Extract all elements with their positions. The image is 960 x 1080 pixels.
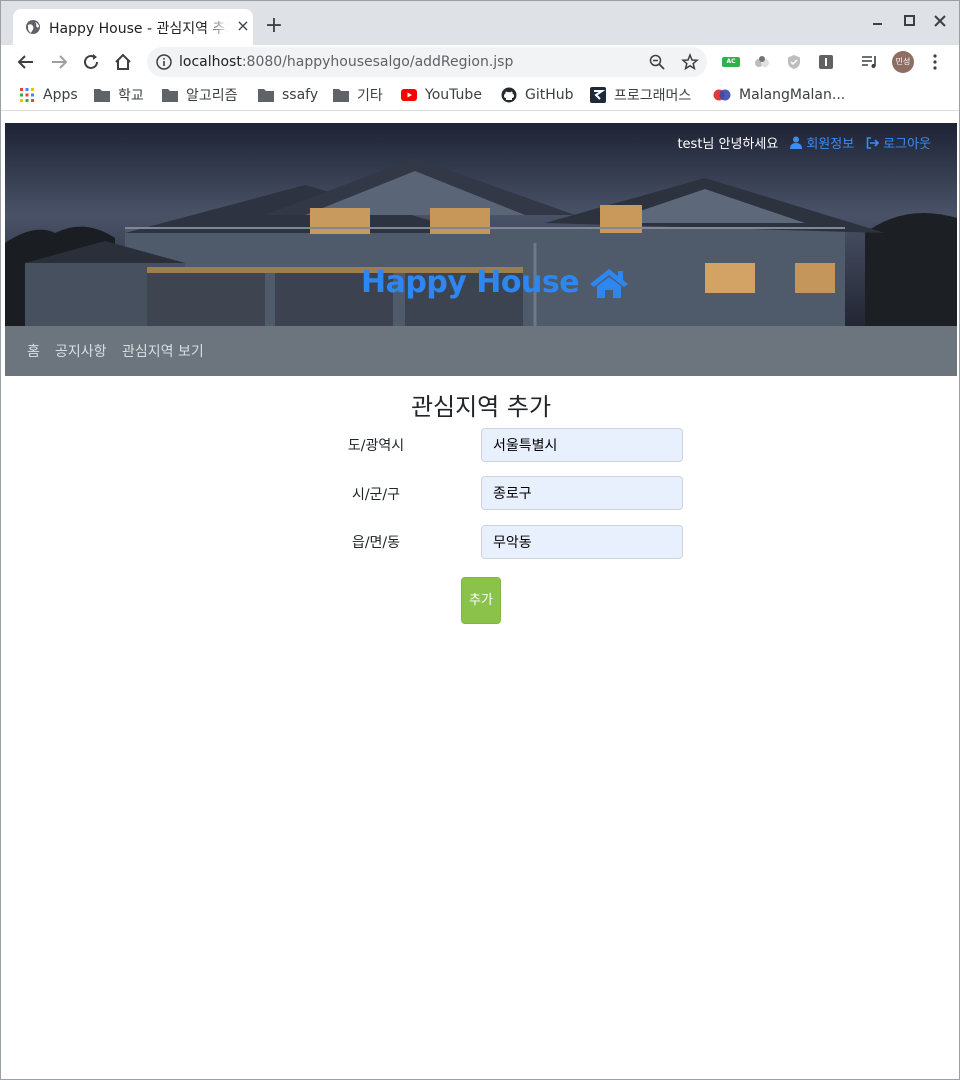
bookmark-label: 프로그래머스 [614, 88, 692, 104]
forward-arrow-icon[interactable] [48, 51, 70, 73]
brand-logo[interactable]: Happy House [361, 265, 629, 300]
bookmark-label: YouTube [425, 87, 482, 103]
sign-out-icon [866, 136, 880, 149]
url-path: :8080/happyhousesalgo/addRegion.jsp [241, 54, 514, 70]
extension-reader-icon[interactable] [818, 54, 834, 70]
district-field[interactable] [481, 476, 683, 510]
tab-strip: Happy House - 관심지역 추가 × + [1, 1, 959, 45]
greeting-text: test님 안녕하세요 [677, 137, 779, 152]
youtube-icon [401, 89, 417, 101]
page-content: test님 안녕하세요 회원정보 로그아웃 Happy House 홈 공지사항… [5, 123, 957, 1077]
back-arrow-icon[interactable] [15, 51, 37, 73]
bookmarks-bar: Apps 학교 알고리즘 ssafy 기타 YouTube GitHub 프로그… [1, 79, 959, 111]
district-label: 시/군/구 [351, 487, 401, 503]
member-info-link[interactable]: 회원정보 [790, 133, 854, 152]
dong-label: 읍/면/동 [351, 535, 401, 551]
bookmark-algorithm[interactable]: 알고리즘 [162, 85, 238, 105]
malang-icon [713, 89, 731, 101]
bookmark-ssafy[interactable]: ssafy [258, 85, 318, 105]
user-bar: test님 안녕하세요 회원정보 로그아웃 [677, 133, 931, 152]
bookmark-github[interactable]: GitHub [501, 85, 574, 105]
nav-region-view[interactable]: 관심지역 보기 [122, 341, 204, 361]
home-icon [590, 268, 629, 298]
extension-ac-icon[interactable]: AC [722, 57, 740, 67]
browser-tab[interactable]: Happy House - 관심지역 추가 × [13, 9, 253, 45]
folder-icon [258, 89, 274, 102]
window-close-icon[interactable] [932, 13, 948, 29]
extension-circles-icon[interactable] [754, 54, 770, 70]
url-text: localhost:8080/happyhousesalgo/addRegion… [179, 54, 513, 70]
dong-field[interactable] [481, 525, 683, 559]
globe-icon [26, 20, 40, 34]
member-info-label: 회원정보 [806, 137, 855, 152]
programmers-icon [590, 87, 606, 103]
home-icon[interactable] [112, 51, 134, 73]
folder-icon [333, 89, 349, 102]
profile-avatar[interactable]: 민성 [892, 51, 914, 73]
main-navbar: 홈 공지사항 관심지역 보기 [5, 326, 957, 376]
bookmark-malang[interactable]: MalangMalan... [713, 85, 845, 105]
folder-icon [162, 89, 178, 102]
bookmark-label: ssafy [282, 87, 319, 103]
hero-banner: test님 안녕하세요 회원정보 로그아웃 Happy House [5, 123, 957, 326]
zoom-icon[interactable] [649, 54, 665, 70]
reload-icon[interactable] [80, 51, 102, 73]
province-field[interactable] [481, 428, 683, 462]
bookmark-label: 기타 [357, 88, 383, 104]
bookmark-label: 학교 [118, 88, 144, 104]
new-tab-button[interactable]: + [263, 15, 285, 37]
browser-toolbar: localhost:8080/happyhousesalgo/addRegion… [1, 45, 959, 79]
add-region-button[interactable]: 추가 [461, 577, 501, 624]
bookmark-star-icon[interactable] [681, 53, 699, 71]
bookmark-apps[interactable]: Apps [19, 85, 78, 105]
brand-name: Happy House [361, 265, 580, 300]
tab-title: Happy House - 관심지역 추가 [49, 18, 229, 38]
nav-notice[interactable]: 공지사항 [55, 341, 107, 361]
media-queue-icon[interactable] [861, 54, 879, 70]
apps-grid-icon [20, 88, 34, 102]
bookmark-programmers[interactable]: 프로그래머스 [590, 85, 691, 105]
bookmark-youtube[interactable]: YouTube [401, 85, 482, 105]
bookmark-etc[interactable]: 기타 [333, 85, 383, 105]
folder-icon [94, 89, 110, 102]
bookmark-label: MalangMalan... [739, 87, 846, 103]
extension-shield-icon[interactable] [786, 54, 802, 70]
logout-link[interactable]: 로그아웃 [866, 133, 931, 152]
tab-close-icon[interactable]: × [235, 18, 251, 34]
site-info-icon[interactable] [155, 53, 173, 71]
page-title: 관심지역 추가 [410, 393, 552, 421]
minimize-icon[interactable] [869, 13, 885, 29]
nav-home[interactable]: 홈 [27, 341, 40, 361]
province-label: 도/광역시 [347, 438, 405, 454]
user-icon [790, 136, 803, 149]
maximize-icon[interactable] [901, 13, 917, 29]
bookmark-school[interactable]: 학교 [94, 85, 144, 105]
logout-label: 로그아웃 [883, 137, 931, 152]
github-icon [501, 87, 517, 103]
bookmark-label: 알고리즘 [186, 88, 238, 104]
url-host: localhost [179, 54, 242, 70]
bookmark-label: GitHub [525, 87, 574, 103]
browser-window: Happy House - 관심지역 추가 × + localhost:8080… [0, 0, 960, 1080]
bookmark-label: Apps [43, 87, 78, 103]
kebab-menu-icon[interactable] [927, 53, 943, 71]
address-bar[interactable]: localhost:8080/happyhousesalgo/addRegion… [147, 47, 707, 77]
